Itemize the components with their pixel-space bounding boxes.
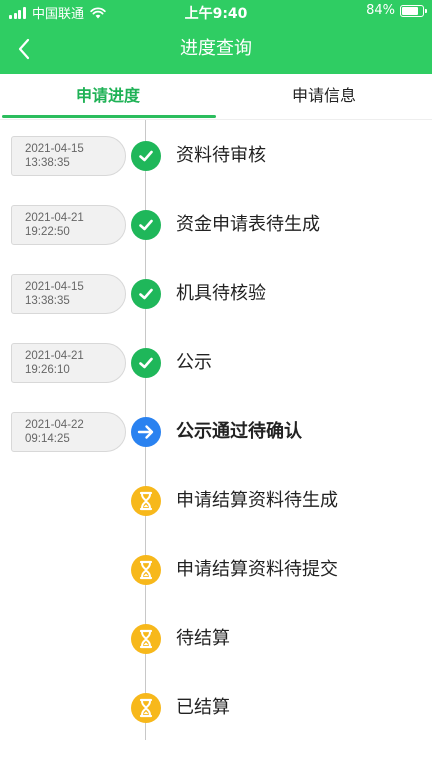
timeline-item: 2021-04-15 13:38:35 机具待核验 [0, 274, 432, 314]
timeline-step-label: 资金申请表待生成 [176, 214, 320, 235]
timestamp-date: 2021-04-21 [25, 212, 84, 224]
navigation-bar: 进度查询 [0, 24, 432, 74]
timeline-step-label: 公示 [176, 352, 212, 373]
timestamp-time: 13:38:35 [25, 157, 70, 169]
timeline-item: 申请结算资料待提交 [0, 550, 432, 590]
hourglass-icon [131, 555, 161, 585]
timestamp-tag: 2021-04-21 19:26:10 [11, 343, 126, 383]
timeline-step-label: 资料待审核 [176, 145, 266, 166]
check-icon [131, 279, 161, 309]
timeline-step-label: 机具待核验 [176, 283, 266, 304]
tab-application-progress[interactable]: 申请进度 [0, 74, 216, 120]
hourglass-icon [131, 486, 161, 516]
timestamp-tag: 2021-04-15 13:38:35 [11, 136, 126, 176]
check-icon [131, 141, 161, 171]
page-title: 进度查询 [180, 38, 252, 59]
timeline-step-label: 已结算 [176, 697, 230, 718]
arrow-right-icon [131, 417, 161, 447]
timeline-item: 待结算 [0, 619, 432, 659]
status-bar: 中国联通 上午9:40 84% [0, 0, 432, 24]
timestamp-tag: 2021-04-22 09:14:25 [11, 412, 126, 452]
tab-application-info[interactable]: 申请信息 [216, 74, 432, 120]
timestamp-time: 19:26:10 [25, 364, 70, 376]
chevron-left-icon [18, 38, 30, 60]
timeline-item: 已结算 [0, 688, 432, 728]
timestamp-tag: 2021-04-15 13:38:35 [11, 274, 126, 314]
timeline-step-label: 待结算 [176, 628, 230, 649]
app-header: 中国联通 上午9:40 84% 进度查询 [0, 0, 432, 74]
timeline-step-label: 申请结算资料待提交 [176, 559, 338, 580]
timestamp-tag: 2021-04-21 19:22:50 [11, 205, 126, 245]
back-button[interactable] [12, 34, 40, 64]
timestamp-time: 19:22:50 [25, 226, 70, 238]
check-icon [131, 210, 161, 240]
hourglass-icon [131, 624, 161, 654]
battery-icon [400, 4, 427, 17]
timeline-step-label: 公示通过待确认 [176, 421, 302, 442]
timeline-item: 2021-04-15 13:38:35 资料待审核 [0, 136, 432, 176]
tab-bar: 申请进度 申请信息 [0, 74, 432, 120]
timestamp-time: 09:14:25 [25, 433, 70, 445]
timestamp-date: 2021-04-15 [25, 143, 84, 155]
active-tab-indicator [2, 115, 216, 118]
timeline-item: 2021-04-21 19:26:10 公示 [0, 343, 432, 383]
progress-timeline: 2021-04-15 13:38:35 资料待审核 2021-04-21 19:22:5… [0, 120, 432, 768]
timeline-item: 2021-04-22 09:14:25 公示通过待确认 [0, 412, 432, 452]
timeline-item: 申请结算资料待生成 [0, 481, 432, 521]
check-icon [131, 348, 161, 378]
timeline-step-label: 申请结算资料待生成 [176, 490, 338, 511]
timestamp-date: 2021-04-15 [25, 281, 84, 293]
timestamp-time: 13:38:35 [25, 295, 70, 307]
hourglass-icon [131, 693, 161, 723]
battery-percent: 84% [366, 3, 395, 18]
timeline-item: 2021-04-21 19:22:50 资金申请表待生成 [0, 205, 432, 245]
timestamp-date: 2021-04-21 [25, 350, 84, 362]
timestamp-date: 2021-04-22 [25, 419, 84, 431]
